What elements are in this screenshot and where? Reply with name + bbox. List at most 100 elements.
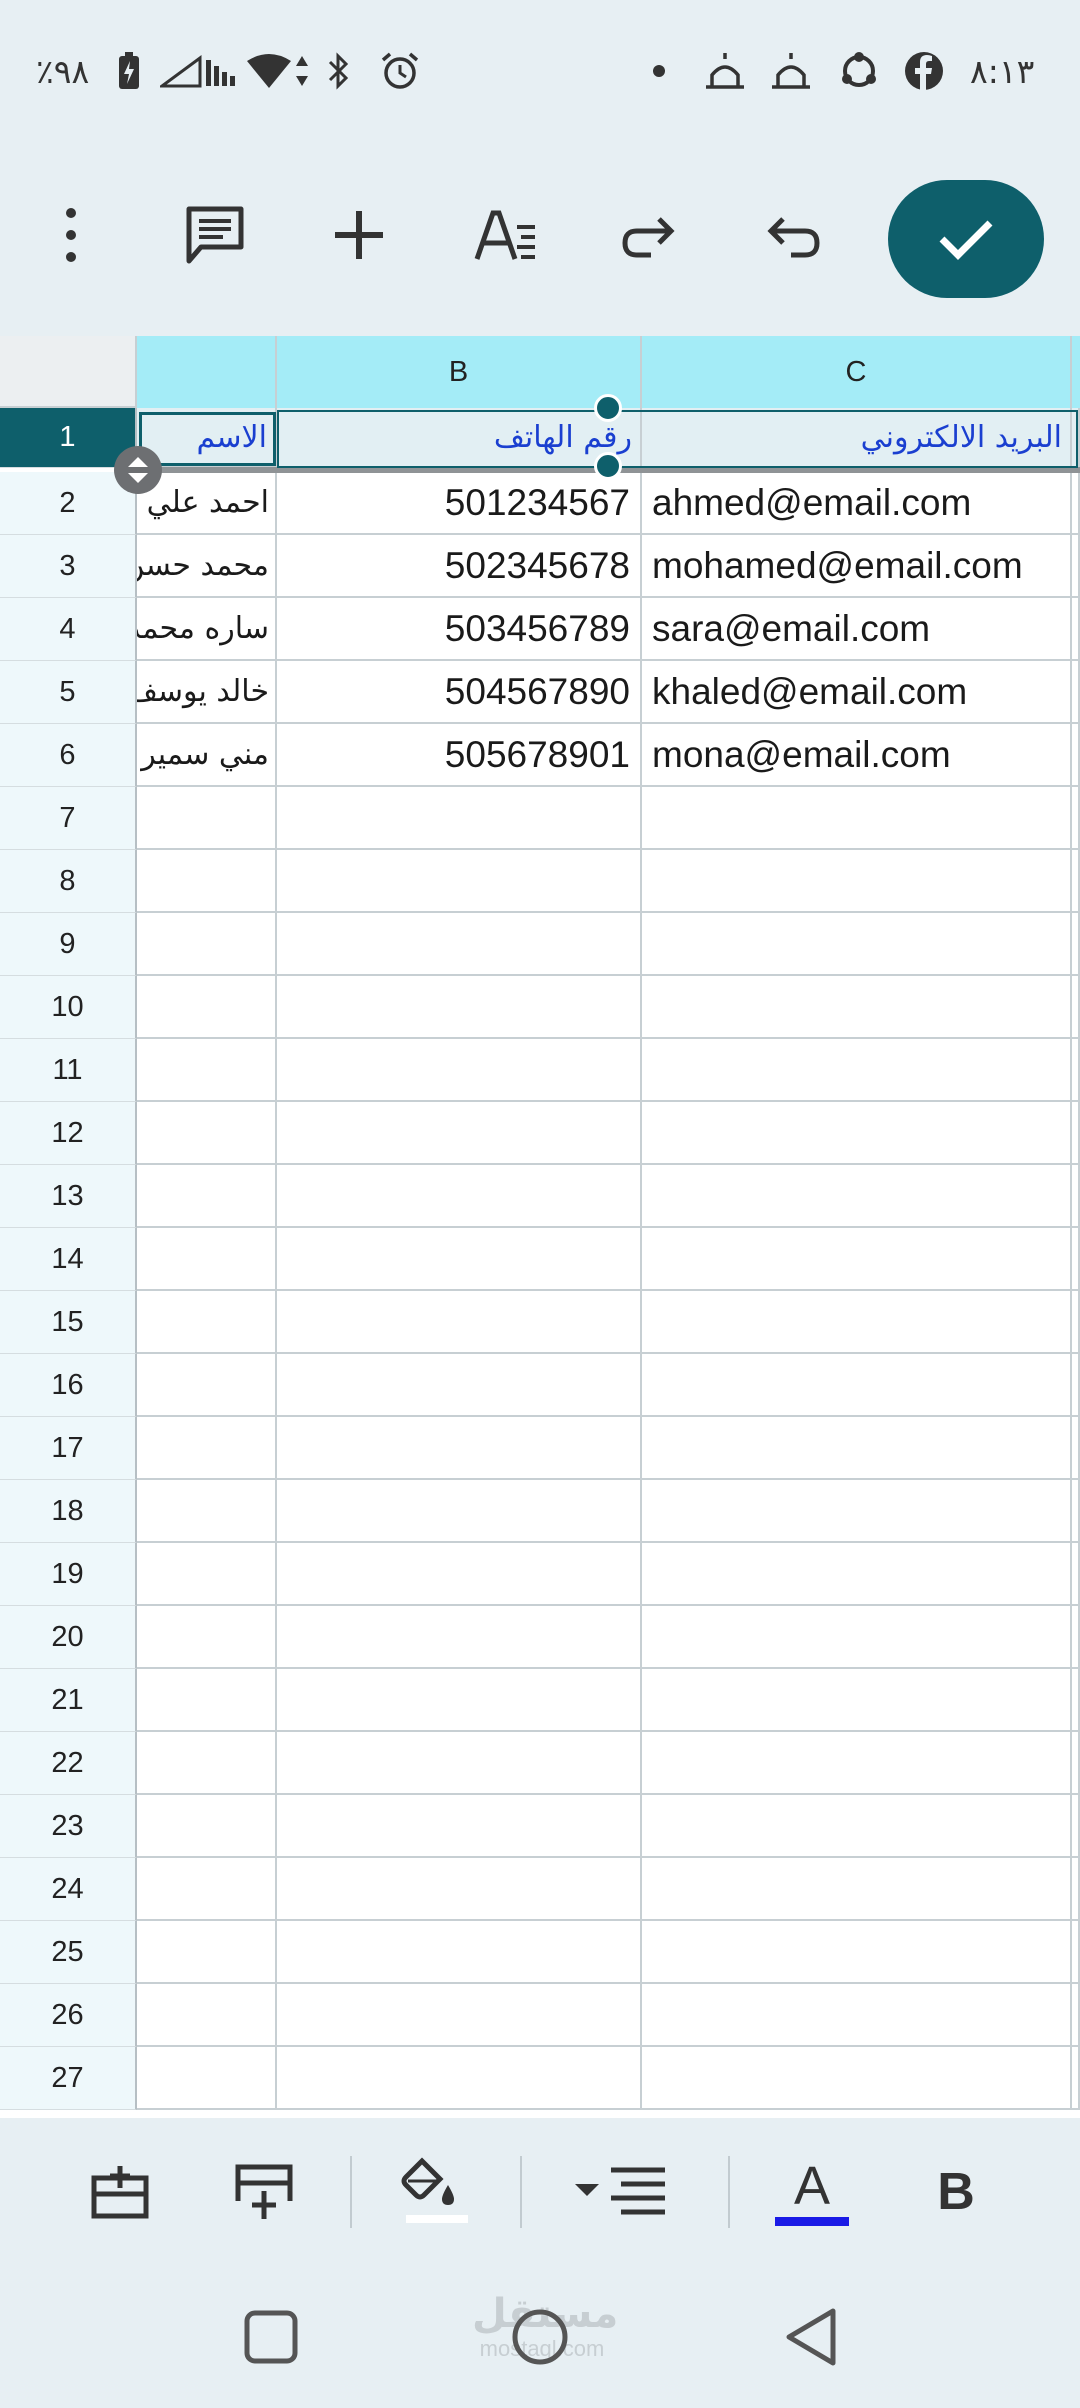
table-cell[interactable] <box>1072 850 1080 913</box>
row-header[interactable]: 17 <box>0 1417 137 1480</box>
table-cell[interactable] <box>137 1165 277 1228</box>
row-header[interactable]: 3 <box>0 535 137 598</box>
table-cell[interactable] <box>642 1858 1072 1921</box>
row-header[interactable]: 22 <box>0 1732 137 1795</box>
column-header-b[interactable]: B <box>277 336 642 408</box>
table-cell[interactable] <box>642 1417 1072 1480</box>
table-cell[interactable] <box>1072 1480 1080 1543</box>
row-header[interactable]: 24 <box>0 1858 137 1921</box>
back-icon[interactable] <box>776 2302 846 2372</box>
table-cell[interactable] <box>277 850 642 913</box>
row-header[interactable]: 18 <box>0 1480 137 1543</box>
table-cell[interactable] <box>137 1354 277 1417</box>
selection-handle-top[interactable] <box>594 394 622 422</box>
table-cell[interactable] <box>642 850 1072 913</box>
table-cell[interactable] <box>137 1858 277 1921</box>
confirm-button[interactable] <box>888 180 1044 298</box>
text-format-icon[interactable] <box>460 190 550 280</box>
align-icon[interactable] <box>566 2150 676 2234</box>
table-cell[interactable] <box>277 1543 642 1606</box>
table-cell[interactable] <box>137 2047 277 2110</box>
table-cell[interactable]: khaled@email.com <box>642 661 1072 724</box>
table-cell[interactable] <box>1072 1228 1080 1291</box>
table-cell[interactable] <box>277 1417 642 1480</box>
table-cell[interactable]: ساره محمد <box>137 598 277 661</box>
table-cell[interactable] <box>1072 1291 1080 1354</box>
table-cell[interactable] <box>137 976 277 1039</box>
table-cell[interactable] <box>1072 472 1080 535</box>
table-cell[interactable] <box>642 1165 1072 1228</box>
table-cell[interactable] <box>137 787 277 850</box>
row-header[interactable]: 20 <box>0 1606 137 1669</box>
table-cell[interactable] <box>642 913 1072 976</box>
table-cell[interactable] <box>642 1606 1072 1669</box>
table-cell[interactable] <box>277 2047 642 2110</box>
insert-row-above-icon[interactable] <box>78 2150 162 2234</box>
table-cell[interactable] <box>277 976 642 1039</box>
table-cell[interactable] <box>1072 1417 1080 1480</box>
table-cell[interactable]: خالد يوسف <box>137 661 277 724</box>
table-cell[interactable] <box>277 1039 642 1102</box>
row-header[interactable]: 5 <box>0 661 137 724</box>
row-header[interactable]: 10 <box>0 976 137 1039</box>
table-cell[interactable] <box>1072 1354 1080 1417</box>
row-header[interactable]: 23 <box>0 1795 137 1858</box>
table-cell[interactable] <box>1072 976 1080 1039</box>
table-cell[interactable] <box>137 1291 277 1354</box>
table-cell[interactable] <box>137 1606 277 1669</box>
table-cell[interactable] <box>277 1291 642 1354</box>
table-cell[interactable] <box>137 850 277 913</box>
row-header[interactable]: 27 <box>0 2047 137 2110</box>
table-cell[interactable] <box>1072 1606 1080 1669</box>
table-cell[interactable] <box>137 1669 277 1732</box>
table-cell[interactable] <box>642 2047 1072 2110</box>
recents-icon[interactable] <box>236 2302 306 2372</box>
select-all-corner[interactable] <box>0 336 137 408</box>
table-cell[interactable] <box>1072 535 1080 598</box>
table-cell[interactable] <box>1072 2047 1080 2110</box>
row-header[interactable]: 4 <box>0 598 137 661</box>
row-header[interactable]: 6 <box>0 724 137 787</box>
spreadsheet-grid[interactable]: B C 1 2 3 4 5 6 7 8 9 10 11 12 13 14 15 16 17 18 19 20 21 22 2… <box>0 336 1080 2118</box>
table-cell[interactable] <box>642 787 1072 850</box>
row-header[interactable]: 12 <box>0 1102 137 1165</box>
row-header[interactable]: 26 <box>0 1984 137 2047</box>
redo-icon[interactable] <box>604 190 694 280</box>
row-header[interactable]: 15 <box>0 1291 137 1354</box>
row-header[interactable]: 11 <box>0 1039 137 1102</box>
table-cell[interactable] <box>642 1354 1072 1417</box>
row-header[interactable]: 25 <box>0 1921 137 1984</box>
table-cell[interactable]: sara@email.com <box>642 598 1072 661</box>
table-cell[interactable]: ahmed@email.com <box>642 472 1072 535</box>
table-cell[interactable] <box>1072 1543 1080 1606</box>
table-cell[interactable] <box>137 1039 277 1102</box>
home-icon[interactable] <box>505 2302 575 2372</box>
insert-row-below-icon[interactable] <box>222 2150 306 2234</box>
table-cell[interactable] <box>1072 1102 1080 1165</box>
table-cell[interactable] <box>1072 1039 1080 1102</box>
table-cell[interactable] <box>1072 1795 1080 1858</box>
row-header[interactable]: 13 <box>0 1165 137 1228</box>
table-cell[interactable]: mona@email.com <box>642 724 1072 787</box>
table-cell[interactable] <box>642 1228 1072 1291</box>
row-header[interactable]: 8 <box>0 850 137 913</box>
table-cell[interactable]: mohamed@email.com <box>642 535 1072 598</box>
table-cell[interactable] <box>277 1165 642 1228</box>
table-cell[interactable]: 502345678 <box>277 535 642 598</box>
table-cell[interactable] <box>137 1417 277 1480</box>
table-cell[interactable] <box>137 1795 277 1858</box>
column-header-c[interactable]: C <box>642 336 1072 408</box>
table-cell[interactable] <box>642 1039 1072 1102</box>
table-cell[interactable] <box>642 1921 1072 1984</box>
table-cell[interactable] <box>277 913 642 976</box>
table-cell[interactable] <box>277 1102 642 1165</box>
row-header[interactable]: 19 <box>0 1543 137 1606</box>
table-cell[interactable]: 501234567 <box>277 472 642 535</box>
selection-handle-bottom[interactable] <box>594 452 622 480</box>
table-cell[interactable] <box>277 787 642 850</box>
table-cell[interactable] <box>1072 913 1080 976</box>
add-icon[interactable] <box>314 190 404 280</box>
table-cell[interactable]: محمد حسن <box>137 535 277 598</box>
table-cell[interactable] <box>1072 661 1080 724</box>
table-cell[interactable] <box>277 1228 642 1291</box>
